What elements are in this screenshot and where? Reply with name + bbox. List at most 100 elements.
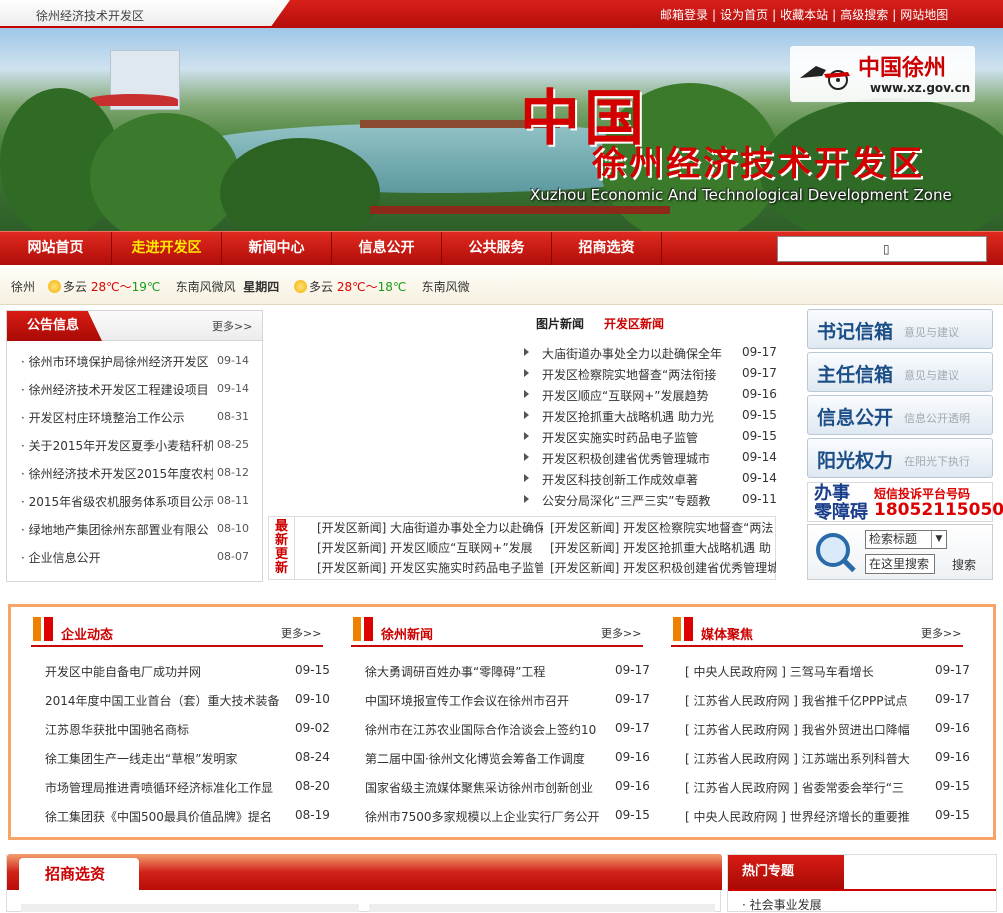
link-sitemap[interactable]: 网站地图 [900, 8, 948, 22]
link-mail-login[interactable]: 邮箱登录 [660, 8, 708, 22]
column-more-link[interactable]: 更多>> [601, 625, 641, 641]
director-mailbox-button[interactable]: 主任信箱 意见与建议 [807, 352, 993, 392]
notice-item-title[interactable]: 绿地地产集团徐州东部置业有限公 [29, 523, 209, 537]
news-item-title[interactable]: 开发区顺应“互联网+”发展趋势 [542, 387, 732, 404]
list-item[interactable]: 徐州市7500多家规模以上企业实行厂务公开 09-15 [365, 808, 650, 826]
notice-item[interactable]: · 绿地地产集团徐州东部置业有限公 08-10 [21, 521, 259, 539]
news-item[interactable]: 开发区顺应“互联网+”发展趋势 09-16 [524, 387, 780, 405]
link-set-homepage[interactable]: 设为首页 [720, 8, 768, 22]
sunshine-power-button[interactable]: 阳光权力 在阳光下执行 [807, 438, 993, 478]
list-item[interactable]: 徐工集团生产一线走出“草根”发明家 08-24 [45, 750, 330, 768]
list-item-title[interactable]: 市场管理局推进青喷循环经济标准化工作显 [45, 779, 280, 796]
search-button[interactable]: 搜索 [952, 556, 976, 573]
news-item-title[interactable]: 开发区科技创新工作成效卓著 [542, 471, 732, 488]
list-item-title[interactable]: 中国环境报宣传工作会议在徐州市召开 [365, 692, 600, 709]
notice-item-title[interactable]: 关于2015年开发区夏季小麦秸秆机 [29, 439, 213, 453]
list-item-title[interactable]: 2014年度中国工业首台（套）重大技术装备 [45, 692, 280, 709]
nav-item-home[interactable]: 网站首页 [0, 232, 112, 266]
latest-item[interactable]: [开发区新闻] 开发区实施实时药品电子监管 [317, 559, 543, 576]
sms-complaint-banner[interactable]: 办事 零障碍 短信投诉平台号码 18052115050 [807, 482, 1003, 522]
list-item[interactable]: 徐大勇调研百姓办事“零障碍”工程 09-17 [365, 663, 650, 681]
list-item-title[interactable]: 江苏恩华获批中国驰名商标 [45, 721, 280, 738]
tab-picture-news[interactable]: 图片新闻 [536, 315, 584, 332]
news-item[interactable]: 公安分局深化“三严三实”专题教 09-11 [524, 492, 780, 510]
notice-item[interactable]: · 2015年省级农机服务体系项目公示 08-11 [21, 493, 259, 511]
link-bookmark[interactable]: 收藏本站 [780, 8, 828, 22]
notice-item-title[interactable]: 2015年省级农机服务体系项目公示 [29, 495, 213, 509]
list-item-title[interactable]: [ 江苏省人民政府网 ] 省委常委会举行“三 [685, 779, 920, 796]
list-item[interactable]: [ 江苏省人民政府网 ] 我省外贸进出口降幅 09-16 [685, 721, 970, 739]
notice-more-link[interactable]: 更多>> [212, 318, 252, 334]
secretary-mailbox-button[interactable]: 书记信箱 意见与建议 [807, 309, 993, 349]
search-type-select[interactable]: 检索标题 ▼ [865, 530, 947, 549]
list-item[interactable]: 徐州市在江苏农业国际合作洽谈会上签约10 09-17 [365, 721, 650, 739]
notice-item-title[interactable]: 徐州经济技术开发区工程建设项目 [29, 383, 209, 397]
list-item[interactable]: 市场管理局推进青喷循环经济标准化工作显 08-20 [45, 779, 330, 797]
news-item[interactable]: 开发区实施实时药品电子监管 09-15 [524, 429, 780, 447]
notice-item-title[interactable]: 徐州市环境保护局徐州经济开发区 [29, 355, 209, 369]
news-item-title[interactable]: 开发区检察院实地督查“两法衔接 [542, 366, 732, 383]
list-item-title[interactable]: 第二届中国·徐州文化博览会筹备工作调度 [365, 750, 600, 767]
tab-zone-news[interactable]: 开发区新闻 [604, 315, 664, 332]
column-more-link[interactable]: 更多>> [921, 625, 961, 641]
news-item[interactable]: 开发区检察院实地督查“两法衔接 09-17 [524, 366, 780, 384]
notice-item[interactable]: · 关于2015年开发区夏季小麦秸秆机 08-25 [21, 437, 259, 455]
nav-search-input[interactable]: ▯ [777, 236, 987, 262]
nav-item-public-service[interactable]: 公共服务 [442, 232, 552, 266]
list-item[interactable]: 江苏恩华获批中国驰名商标 09-02 [45, 721, 330, 739]
link-advanced-search[interactable]: 高级搜索 [840, 8, 888, 22]
notice-item[interactable]: · 开发区村庄环境整治工作公示 08-31 [21, 409, 259, 427]
nav-item-investment[interactable]: 招商选资 [552, 232, 662, 266]
nav-item-about[interactable]: 走进开发区 [112, 232, 222, 266]
list-item-title[interactable]: [ 中央人民政府网 ] 三驾马车看增长 [685, 663, 920, 680]
list-item-title[interactable]: 徐工集团获《中国500最具价值品牌》提名 [45, 808, 280, 825]
list-item[interactable]: 第二届中国·徐州文化博览会筹备工作调度 09-16 [365, 750, 650, 768]
search-input[interactable]: 在这里搜索 [865, 554, 935, 574]
list-item-title[interactable]: 徐州市7500多家规模以上企业实行厂务公开 [365, 808, 600, 825]
notice-item-title[interactable]: 徐州经济技术开发区2015年度农村 [29, 467, 213, 481]
list-item-title[interactable]: [ 中央人民政府网 ] 世界经济增长的重要推 [685, 808, 920, 825]
nav-item-info-public[interactable]: 信息公开 [332, 232, 442, 266]
notice-item[interactable]: · 企业信息公开 08-07 [21, 549, 259, 567]
news-item[interactable]: 开发区积极创建省优秀管理城市 09-14 [524, 450, 780, 468]
list-item-title[interactable]: [ 江苏省人民政府网 ] 我省推千亿PPP试点 [685, 692, 920, 709]
list-item[interactable]: 开发区中能自备电厂成功并网 09-15 [45, 663, 330, 681]
notice-item[interactable]: · 徐州经济技术开发区2015年度农村 08-12 [21, 465, 259, 483]
list-item[interactable]: [ 江苏省人民政府网 ] 省委常委会举行“三 09-15 [685, 779, 970, 797]
info-public-button[interactable]: 信息公开 信息公开透明 [807, 395, 993, 435]
list-item[interactable]: [ 江苏省人民政府网 ] 江苏端出系列科普大 09-16 [685, 750, 970, 768]
list-item-title[interactable]: 徐工集团生产一线走出“草根”发明家 [45, 750, 280, 767]
news-item-title[interactable]: 大庙街道办事处全力以赴确保全年 [542, 345, 732, 362]
list-item[interactable]: 徐工集团获《中国500最具价值品牌》提名 08-19 [45, 808, 330, 826]
list-item[interactable]: [ 江苏省人民政府网 ] 我省推千亿PPP试点 09-17 [685, 692, 970, 710]
news-item[interactable]: 大庙街道办事处全力以赴确保全年 09-17 [524, 345, 780, 363]
list-item[interactable]: 2014年度中国工业首台（套）重大技术装备 09-10 [45, 692, 330, 710]
picture-news-slideshow[interactable] [268, 310, 518, 512]
hot-topic-item-label[interactable]: 社会事业发展 [750, 898, 822, 912]
list-item-title[interactable]: [ 江苏省人民政府网 ] 江苏端出系列科普大 [685, 750, 920, 767]
news-item-title[interactable]: 开发区抢抓重大战略机遇 助力光 [542, 408, 732, 425]
news-item-title[interactable]: 开发区实施实时药品电子监管 [542, 429, 732, 446]
latest-item[interactable]: [开发区新闻] 开发区积极创建省优秀管理城 [550, 559, 776, 576]
news-item-title[interactable]: 开发区积极创建省优秀管理城市 [542, 450, 732, 467]
hot-topic-item[interactable]: · 社会事业发展 [742, 896, 822, 913]
list-item-title[interactable]: 国家省级主流媒体聚焦采访徐州市创新创业 [365, 779, 600, 796]
nav-item-news[interactable]: 新闻中心 [222, 232, 332, 266]
list-item-title[interactable]: 开发区中能自备电厂成功并网 [45, 663, 280, 680]
column-more-link[interactable]: 更多>> [281, 625, 321, 641]
news-item[interactable]: 开发区科技创新工作成效卓著 09-14 [524, 471, 780, 489]
news-item-title[interactable]: 公安分局深化“三严三实”专题教 [542, 492, 732, 509]
investment-title[interactable]: 招商选资 [19, 858, 139, 890]
notice-item[interactable]: · 徐州经济技术开发区工程建设项目 09-14 [21, 381, 259, 399]
notice-item[interactable]: · 徐州市环境保护局徐州经济开发区 09-14 [21, 353, 259, 371]
xuzhou-logo[interactable]: 中国徐州 www.xz.gov.cn [790, 46, 975, 102]
list-item-title[interactable]: [ 江苏省人民政府网 ] 我省外贸进出口降幅 [685, 721, 920, 738]
notice-item-title[interactable]: 开发区村庄环境整治工作公示 [29, 411, 185, 425]
list-item[interactable]: [ 中央人民政府网 ] 世界经济增长的重要推 09-15 [685, 808, 970, 826]
latest-item[interactable]: [开发区新闻] 大庙街道办事处全力以赴确保 [317, 519, 543, 536]
news-item[interactable]: 开发区抢抓重大战略机遇 助力光 09-15 [524, 408, 780, 426]
list-item[interactable]: [ 中央人民政府网 ] 三驾马车看增长 09-17 [685, 663, 970, 681]
notice-item-title[interactable]: 企业信息公开 [29, 551, 101, 565]
list-item[interactable]: 中国环境报宣传工作会议在徐州市召开 09-17 [365, 692, 650, 710]
list-item-title[interactable]: 徐州市在江苏农业国际合作洽谈会上签约10 [365, 721, 600, 738]
